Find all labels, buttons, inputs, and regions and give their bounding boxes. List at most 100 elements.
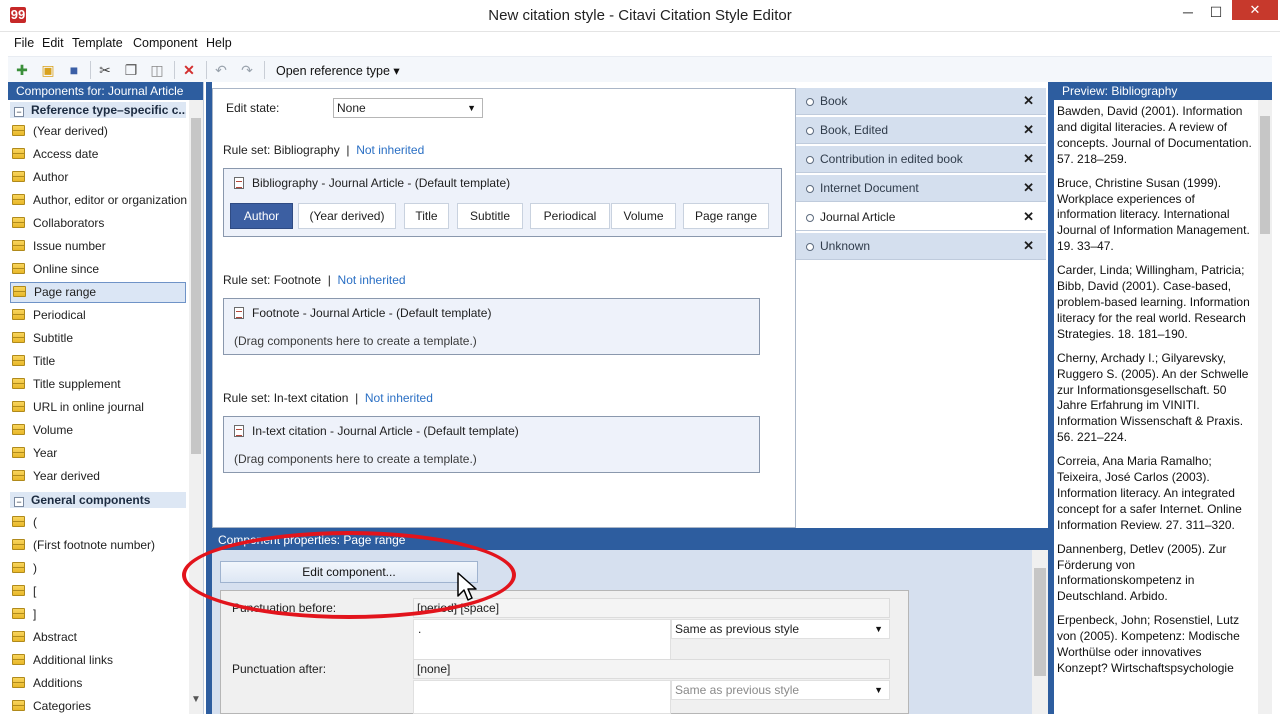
punctuation-before-mode-select[interactable]: Same as previous style ▼ <box>671 619 890 639</box>
punctuation-after-input[interactable] <box>413 680 671 714</box>
ref-type-contribution[interactable]: Contribution in edited book ✕ <box>796 146 1046 173</box>
component-icon <box>12 562 25 573</box>
open-reference-type-dropdown[interactable]: Open reference type ▾ <box>276 63 400 78</box>
component-item[interactable]: Categories <box>10 696 186 717</box>
rule-set-footnote-label: Rule set: Footnote | Not inherited <box>223 273 406 287</box>
ref-type-journal-article[interactable]: Journal Article ✕ <box>796 204 1046 231</box>
component-item[interactable]: Access date <box>10 144 186 165</box>
component-item[interactable]: Volume <box>10 420 186 441</box>
delete-icon[interactable]: ✕ <box>180 61 198 79</box>
ref-type-internet-document[interactable]: Internet Document ✕ <box>796 175 1046 202</box>
component-item[interactable]: ) <box>10 558 186 579</box>
copy-icon[interactable]: ❐ <box>122 61 140 79</box>
menu-component[interactable]: Component <box>133 36 198 50</box>
component-item[interactable]: ( <box>10 512 186 533</box>
undo-icon[interactable]: ↶ <box>212 61 230 79</box>
component-item[interactable]: (First footnote number) <box>10 535 186 556</box>
bibliography-template[interactable]: Bibliography - Journal Article - (Defaul… <box>223 168 782 237</box>
group-reference-type-specific[interactable]: − Reference type–specific c... <box>10 102 186 118</box>
component-item[interactable]: Additional links <box>10 650 186 671</box>
maximize-button[interactable]: ☐ <box>1196 0 1236 25</box>
component-item[interactable]: Year derived <box>10 466 186 487</box>
collapse-icon[interactable]: − <box>14 497 24 507</box>
component-item[interactable]: Author, editor or organization <box>10 190 187 211</box>
component-item[interactable]: Online since <box>10 259 186 280</box>
preview-scrollbar-thumb[interactable] <box>1260 116 1270 234</box>
punctuation-before-input[interactable]: . <box>413 619 671 660</box>
radio-icon <box>806 98 814 106</box>
chip-subtitle[interactable]: Subtitle <box>457 203 523 229</box>
footnote-template[interactable]: Footnote - Journal Article - (Default te… <box>223 298 760 355</box>
component-icon <box>12 148 25 159</box>
component-item[interactable]: Author <box>10 167 186 188</box>
chip-periodical[interactable]: Periodical <box>530 203 610 229</box>
menu-edit[interactable]: Edit <box>42 36 64 50</box>
edit-state-select[interactable]: None ▼ <box>333 98 483 118</box>
not-inherited-link[interactable]: Not inherited <box>365 391 433 405</box>
not-inherited-link[interactable]: Not inherited <box>356 143 424 157</box>
toolbar: ✚ ▣ ■ ✂ ❐ ◫ ✕ ↶ ↷ Open reference type ▾ <box>8 56 1272 82</box>
dropdown-arrow-icon: ▼ <box>874 624 883 634</box>
template-document-icon <box>234 307 244 319</box>
component-item[interactable]: Abstract <box>10 627 186 648</box>
component-icon <box>12 424 25 435</box>
component-item[interactable]: URL in online journal <box>10 397 186 418</box>
component-item[interactable]: Periodical <box>10 305 186 326</box>
component-icon <box>12 470 25 481</box>
scroll-down-arrow-icon[interactable]: ▼ <box>191 694 201 705</box>
save-icon[interactable]: ■ <box>65 61 83 79</box>
paste-icon[interactable]: ◫ <box>148 61 166 79</box>
cut-icon[interactable]: ✂ <box>96 61 114 79</box>
chip-page-range[interactable]: Page range <box>683 203 769 229</box>
chip-title[interactable]: Title <box>404 203 449 229</box>
footnote-template-title: Footnote - Journal Article - (Default te… <box>234 306 491 320</box>
ref-type-unknown[interactable]: Unknown ✕ <box>796 233 1046 260</box>
ref-type-book-edited[interactable]: Book, Edited ✕ <box>796 117 1046 144</box>
collapse-icon[interactable]: − <box>14 107 24 117</box>
close-icon[interactable]: ✕ <box>1023 175 1034 201</box>
punctuation-after-mode-select[interactable]: Same as previous style ▼ <box>671 680 890 700</box>
open-folder-icon[interactable]: ▣ <box>39 61 57 79</box>
components-scrollbar-thumb[interactable] <box>191 118 201 454</box>
component-item-selected[interactable]: Page range <box>10 282 186 303</box>
component-item[interactable]: Additions <box>10 673 186 694</box>
close-window-button[interactable]: ✕ <box>1232 0 1278 20</box>
close-icon[interactable]: ✕ <box>1023 204 1034 230</box>
close-icon[interactable]: ✕ <box>1023 146 1034 172</box>
group-general-components[interactable]: − General components <box>10 492 186 508</box>
preview-header: Preview: Bibliography <box>1054 82 1272 100</box>
component-item[interactable]: Year <box>10 443 186 464</box>
component-item[interactable]: Issue number <box>10 236 186 257</box>
ref-type-book[interactable]: Book ✕ <box>796 88 1046 115</box>
properties-scrollbar-thumb[interactable] <box>1034 568 1046 676</box>
in-text-template[interactable]: In-text citation - Journal Article - (De… <box>223 416 760 473</box>
component-icon <box>12 378 25 389</box>
not-inherited-link[interactable]: Not inherited <box>338 273 406 287</box>
chip-volume[interactable]: Volume <box>611 203 676 229</box>
radio-icon <box>806 214 814 222</box>
template-editor: Edit state: None ▼ Rule set: Bibliography… <box>212 88 796 528</box>
rule-set-in-text-label: Rule set: In-text citation | Not inherit… <box>223 391 433 405</box>
component-item[interactable]: (Year derived) <box>10 121 186 142</box>
component-icon <box>12 240 25 251</box>
redo-icon[interactable]: ↷ <box>238 61 256 79</box>
component-item[interactable]: Title <box>10 351 186 372</box>
component-item[interactable]: [ <box>10 581 186 602</box>
chip-author[interactable]: Author <box>230 203 293 229</box>
close-icon[interactable]: ✕ <box>1023 117 1034 143</box>
component-item[interactable]: Collaborators <box>10 213 186 234</box>
component-icon <box>12 217 25 228</box>
component-item[interactable]: ] <box>10 604 186 625</box>
component-icon <box>12 700 25 711</box>
menu-file[interactable]: File <box>14 36 34 50</box>
new-style-icon[interactable]: ✚ <box>13 61 31 79</box>
close-icon[interactable]: ✕ <box>1023 233 1034 259</box>
component-icon <box>12 447 25 458</box>
component-item[interactable]: Subtitle <box>10 328 186 349</box>
menu-template[interactable]: Template <box>72 36 123 50</box>
chip-year-derived[interactable]: (Year derived) <box>298 203 396 229</box>
close-icon[interactable]: ✕ <box>1023 88 1034 114</box>
drag-hint: (Drag components here to create a templa… <box>234 452 477 466</box>
menu-help[interactable]: Help <box>206 36 232 50</box>
component-item[interactable]: Title supplement <box>10 374 186 395</box>
